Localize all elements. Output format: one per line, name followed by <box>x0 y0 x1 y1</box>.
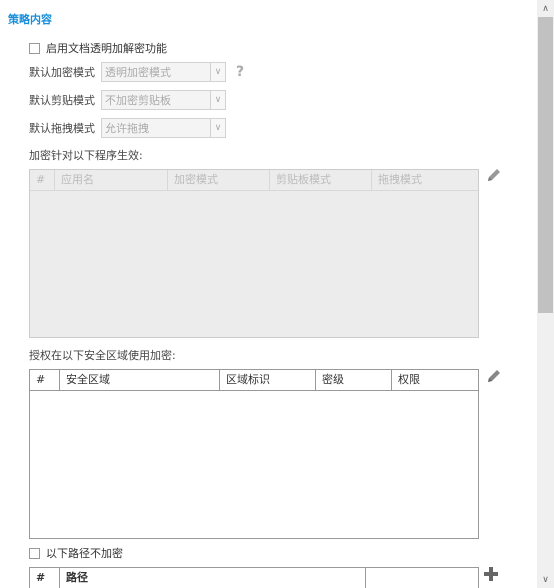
clipboard-mode-row: 默认剪贴模式 不加密剪贴板 ∨ <box>29 90 226 110</box>
enable-transparent-row[interactable]: 启用文档透明加解密功能 <box>29 40 167 56</box>
program-table-header: # 应用名 加密模式 剪贴板模式 拖拽模式 <box>30 170 478 191</box>
path-exclude-checkbox[interactable] <box>29 547 40 559</box>
clipboard-mode-label: 默认剪贴模式 <box>29 94 95 107</box>
column-header[interactable]: 路径 <box>60 568 366 588</box>
column-header[interactable]: 安全区域 <box>60 370 220 390</box>
section-title: 策略内容 <box>8 13 52 26</box>
clipboard-mode-select[interactable]: 不加密剪贴板 ∨ <box>101 90 226 110</box>
column-header[interactable]: 拖拽模式 <box>372 170 478 190</box>
chevron-down-icon[interactable]: ∨ <box>210 63 225 81</box>
encrypt-mode-row: 默认加密模式 透明加密模式 ∨ ? <box>29 62 244 82</box>
vertical-scrollbar[interactable]: ∧ ∨ <box>537 0 554 588</box>
encrypt-mode-value: 透明加密模式 <box>105 66 171 79</box>
column-header[interactable]: 应用名 <box>55 170 168 190</box>
column-header[interactable]: 区域标识 <box>220 370 316 390</box>
zone-table: # 安全区域 区域标识 密级 权限 <box>29 369 479 539</box>
column-header[interactable]: 密级 <box>316 370 392 390</box>
pencil-icon[interactable] <box>486 368 502 384</box>
path-table-header: # 路径 <box>30 568 478 588</box>
column-header[interactable]: # <box>30 370 60 390</box>
chevron-down-icon[interactable]: ∨ <box>210 91 225 109</box>
enable-transparent-checkbox[interactable] <box>29 42 40 54</box>
encrypt-mode-label: 默认加密模式 <box>29 66 95 79</box>
program-table-label: 加密针对以下程序生效: <box>29 149 143 162</box>
program-table: # 应用名 加密模式 剪贴板模式 拖拽模式 <box>29 169 479 338</box>
column-header[interactable]: 权限 <box>392 370 478 390</box>
pencil-icon[interactable] <box>486 167 502 183</box>
plus-icon[interactable] <box>483 566 499 582</box>
chevron-down-icon[interactable]: ∨ <box>210 119 225 137</box>
column-header[interactable]: # <box>30 568 60 588</box>
path-exclude-row[interactable]: 以下路径不加密 <box>29 545 123 561</box>
column-header[interactable]: # <box>30 170 55 190</box>
scrollbar-thumb[interactable] <box>538 17 553 313</box>
drag-mode-value: 允许拖拽 <box>105 122 149 135</box>
column-header[interactable]: 加密模式 <box>168 170 270 190</box>
policy-content-panel: 策略内容 启用文档透明加解密功能 默认加密模式 透明加密模式 ∨ ? 默认剪贴模… <box>0 0 537 588</box>
scroll-down-icon[interactable]: ∨ <box>537 571 554 588</box>
column-header[interactable]: 剪贴板模式 <box>270 170 372 190</box>
enable-transparent-label: 启用文档透明加解密功能 <box>46 42 167 55</box>
clipboard-mode-value: 不加密剪贴板 <box>105 94 171 107</box>
drag-mode-select[interactable]: 允许拖拽 ∨ <box>101 118 226 138</box>
scroll-up-icon[interactable]: ∧ <box>537 0 554 17</box>
drag-mode-label: 默认拖拽模式 <box>29 122 95 135</box>
column-header-empty <box>366 568 478 588</box>
help-icon[interactable]: ? <box>236 64 244 80</box>
encrypt-mode-select[interactable]: 透明加密模式 ∨ <box>101 62 226 82</box>
zone-table-label: 授权在以下安全区域使用加密: <box>29 349 176 362</box>
drag-mode-row: 默认拖拽模式 允许拖拽 ∨ <box>29 118 226 138</box>
path-exclude-label: 以下路径不加密 <box>46 547 123 560</box>
path-table: # 路径 <box>29 567 479 588</box>
zone-table-header: # 安全区域 区域标识 密级 权限 <box>30 370 478 391</box>
